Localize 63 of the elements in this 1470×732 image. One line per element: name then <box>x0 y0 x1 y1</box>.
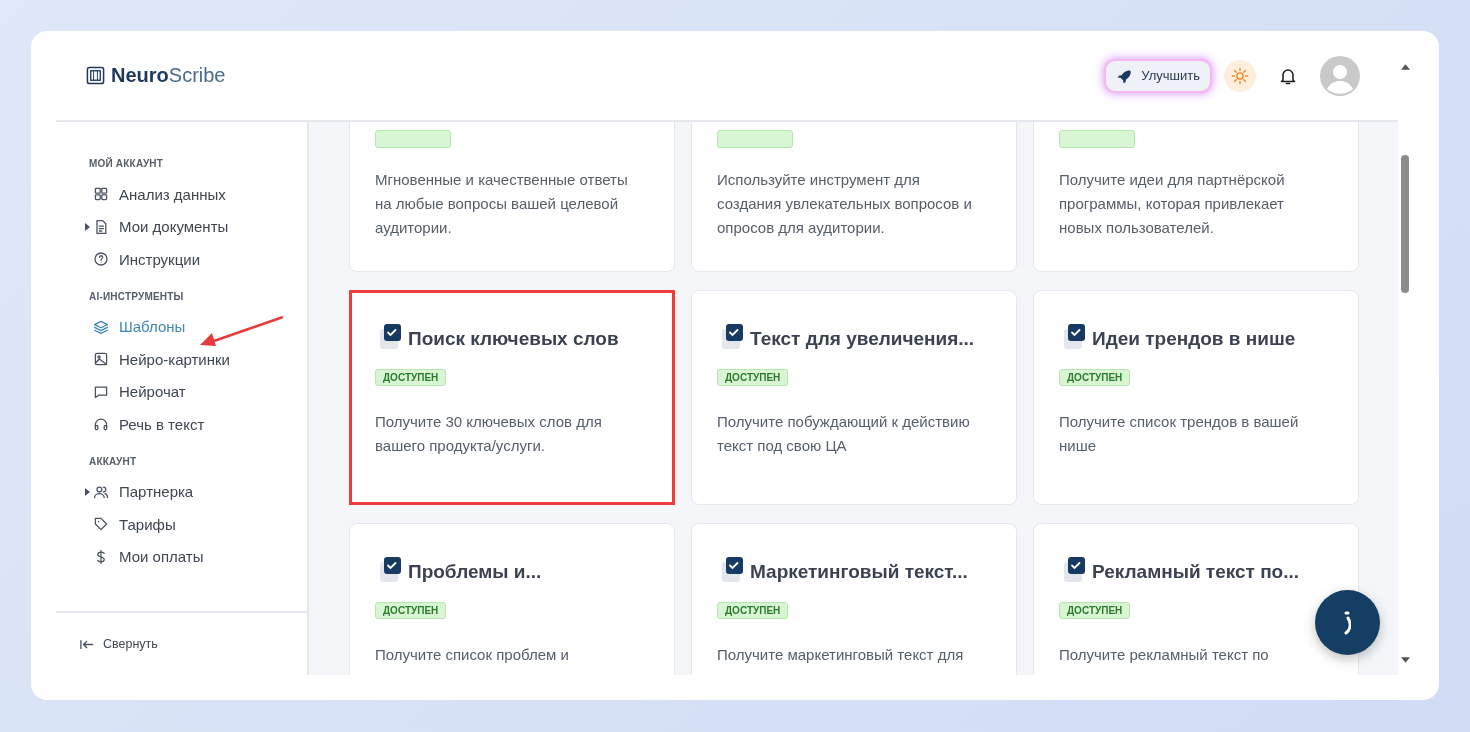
nav-item[interactable]: Партнерка <box>89 475 307 508</box>
image-icon <box>93 351 109 368</box>
sun-icon <box>1231 66 1249 85</box>
card-description: Получите список трендов в вашей нише <box>1059 412 1300 456</box>
status-badge: ДОСТУПЕН <box>1059 369 1131 386</box>
upgrade-button[interactable]: Улучшить <box>1106 60 1210 91</box>
rocket-icon <box>1116 67 1133 84</box>
template-card[interactable]: Получите идеи для партнёрской программы, которая привлекает новых пользователей. <box>1033 122 1359 272</box>
card-description: Используйте инструмент для создания увлекательных вопросов и опросов для аудитории. <box>717 170 973 238</box>
template-card[interactable]: Проблемы и... ДОСТУПЕН Получите список проблем и <box>349 523 675 675</box>
layers-icon <box>93 318 109 335</box>
collapse-button[interactable]: Свернуть <box>56 611 307 675</box>
template-card[interactable]: Рекламный текст по... ДОСТУПЕН Получите рекламный текст по <box>1033 523 1359 675</box>
caret-icon[interactable] <box>85 222 90 231</box>
template-card[interactable]: Мгновенные и качественные ответы на любые вопросы вашей целевой аудитории. <box>349 122 675 272</box>
card-description: Получите список проблем и <box>375 645 569 665</box>
nav-item[interactable]: Нейрочат <box>89 375 307 408</box>
status-badge: ДОСТУПЕН <box>717 602 789 619</box>
help-icon <box>93 251 109 268</box>
document-icon <box>93 218 109 235</box>
section-heading: АККАУНТ <box>89 455 138 467</box>
section-heading: МОЙ АККАУНТ <box>89 158 165 169</box>
template-card[interactable]: Поиск ключевых слов ДОСТУПЕН Получите 30 ключевых слов для вашего продукта/услуги. <box>349 290 675 505</box>
chat-logo-icon <box>1344 610 1351 635</box>
nav-item[interactable]: Мои оплаты <box>89 540 307 573</box>
section-heading: AI-ИНСТРУМЕНТЫ <box>89 290 185 302</box>
template-card[interactable]: Используйте инструмент для создания увлекательных вопросов и опросов для аудитории. <box>691 122 1017 272</box>
nav-item[interactable]: Мои документы <box>89 210 307 243</box>
scroll-up-icon[interactable] <box>1400 64 1410 70</box>
status-badge: ДОСТУПЕН <box>375 602 447 619</box>
caret-icon[interactable] <box>85 487 90 496</box>
card-title: Идеи трендов в нише <box>1092 328 1296 350</box>
nav-item[interactable]: Тарифы <box>89 508 307 541</box>
theme-toggle-button[interactable] <box>1224 59 1256 92</box>
logo[interactable]: NeuroScribe <box>86 64 226 87</box>
template-card[interactable]: Маркетинговый текст... ДОСТУПЕН Получите маркетинговый текст для <box>691 523 1017 675</box>
card-description: Получите маркетинговый текст для <box>717 645 964 665</box>
scrollbar-thumb[interactable] <box>1401 155 1409 293</box>
template-card[interactable]: Идеи трендов в нише ДОСТУПЕН Получите список трендов в вашей нише <box>1033 290 1359 505</box>
card-description: Мгновенные и качественные ответы на любые вопросы вашей целевой аудитории. <box>375 170 629 238</box>
nav-item[interactable]: Речь в текст <box>89 408 307 441</box>
status-badge: ДОСТУПЕН <box>1059 602 1131 619</box>
collapse-icon <box>80 638 94 650</box>
nav-item[interactable]: Шаблоны <box>89 310 307 343</box>
card-title: Поиск ключевых слов <box>408 328 619 350</box>
nav-item[interactable]: Инструкции <box>89 243 307 276</box>
status-badge: ДОСТУПЕН <box>717 369 789 386</box>
template-card[interactable]: Текст для увеличения... ДОСТУПЕН Получите побуждающий к действию текст под свою ЦА <box>691 290 1017 505</box>
tag-icon <box>93 516 109 533</box>
scroll-down-icon[interactable] <box>1400 657 1410 663</box>
card-description: Получите побуждающий к действию текст под свою ЦА <box>717 412 971 456</box>
nav-item[interactable]: Анализ данных <box>89 178 307 211</box>
card-title: Текст для увеличения... <box>750 328 975 350</box>
grid-icon <box>93 186 109 203</box>
card-title: Маркетинговый текст... <box>750 561 968 583</box>
card-title: Проблемы и... <box>408 561 542 583</box>
headphones-icon <box>93 416 109 433</box>
card-description: Получите идеи для партнёрской программы, которая привлекает новых пользователей. <box>1059 170 1286 238</box>
status-badge: ДОСТУПЕН <box>375 369 447 386</box>
nav-item[interactable]: Нейро-картинки <box>89 343 307 376</box>
card-description: Получите 30 ключевых слов для вашего продукта/услуги. <box>375 412 603 456</box>
card-description: Получите рекламный текст по <box>1059 645 1269 665</box>
card-title: Рекламный текст по... <box>1092 561 1300 583</box>
